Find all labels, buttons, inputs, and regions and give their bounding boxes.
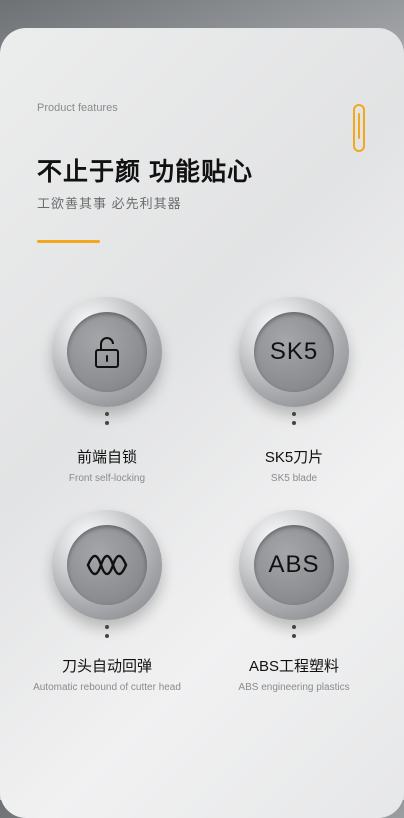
accent-divider — [37, 240, 100, 243]
paperclip-icon — [353, 104, 365, 152]
feature-label: SK5刀片 — [264, 449, 324, 466]
connector-dots — [105, 412, 109, 430]
feature-label: 前端自锁 — [76, 449, 137, 466]
metal-ring — [52, 297, 162, 407]
spring-wave-icon — [86, 554, 128, 576]
ring-face: SK5 — [254, 312, 334, 392]
ring-text: SK5 — [269, 338, 319, 365]
feature-card — [0, 28, 404, 818]
metal-ring: ABS — [239, 510, 349, 620]
connector-dots — [105, 625, 109, 643]
feature-sublabel: ABS engineering plastics — [238, 682, 350, 693]
connector-dots — [292, 625, 296, 643]
feature-sublabel: Front self-locking — [68, 473, 146, 484]
page-subtitle: 工欲善其事 必先利其器 — [37, 196, 182, 211]
connector-dots — [292, 412, 296, 430]
eyebrow-label: Product features — [37, 102, 118, 114]
ring-face: ABS — [254, 525, 334, 605]
feature-label: ABS工程塑料 — [248, 658, 339, 675]
ring-face — [67, 312, 147, 392]
metal-ring — [52, 510, 162, 620]
ring-face — [67, 525, 147, 605]
feature-label: 刀头自动回弹 — [61, 658, 152, 675]
feature-sublabel: Automatic rebound of cutter head — [33, 682, 181, 693]
page-title: 不止于颜 功能贴心 — [37, 158, 253, 186]
ring-text: ABS — [268, 551, 320, 578]
unlocked-padlock-icon — [95, 337, 119, 368]
feature-sublabel: SK5 blade — [270, 473, 318, 484]
metal-ring: SK5 — [239, 297, 349, 407]
